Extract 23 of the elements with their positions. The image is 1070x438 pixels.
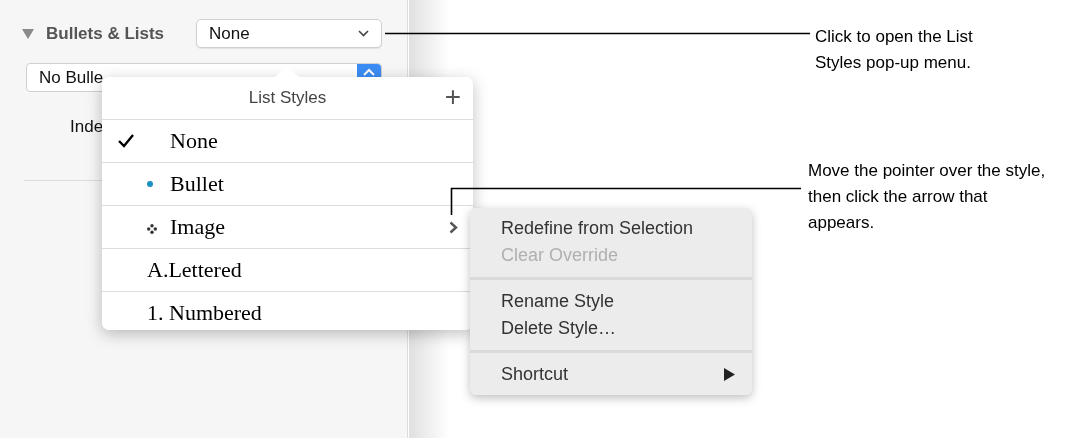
menu-item[interactable]: Rename Style (470, 288, 752, 315)
list-style-item[interactable]: Bullet (102, 162, 473, 205)
popover-title: List Styles (248, 88, 327, 108)
menu-item[interactable]: Delete Style… (470, 315, 752, 342)
list-style-popup[interactable]: None (196, 19, 382, 48)
chevron-right-icon[interactable] (449, 221, 458, 234)
chevron-down-icon (358, 30, 369, 37)
add-style-button[interactable]: + (440, 83, 465, 111)
callout-text: Click to open the List Styles pop-up menu. (815, 26, 974, 74)
menu-item[interactable]: Shortcut (470, 361, 752, 388)
style-name: Image (170, 214, 225, 240)
menu-item[interactable]: Redefine from Selection (470, 215, 752, 242)
style-name: Bullet (170, 171, 224, 197)
style-name: None (170, 128, 218, 154)
bullet-dot-icon (147, 181, 153, 187)
list-style-item[interactable]: None (102, 119, 473, 162)
disclosure-triangle-icon[interactable] (22, 28, 34, 39)
diamond-bullet-icon (147, 224, 157, 234)
callout-text: Move the pointer over the style, then click the arrow that appears. (808, 160, 1046, 234)
section-title: Bullets & Lists (46, 23, 166, 44)
indent-label: Inde (70, 117, 104, 137)
style-name: A.Lettered (147, 257, 242, 283)
style-name: 1. Numbered (147, 300, 262, 326)
